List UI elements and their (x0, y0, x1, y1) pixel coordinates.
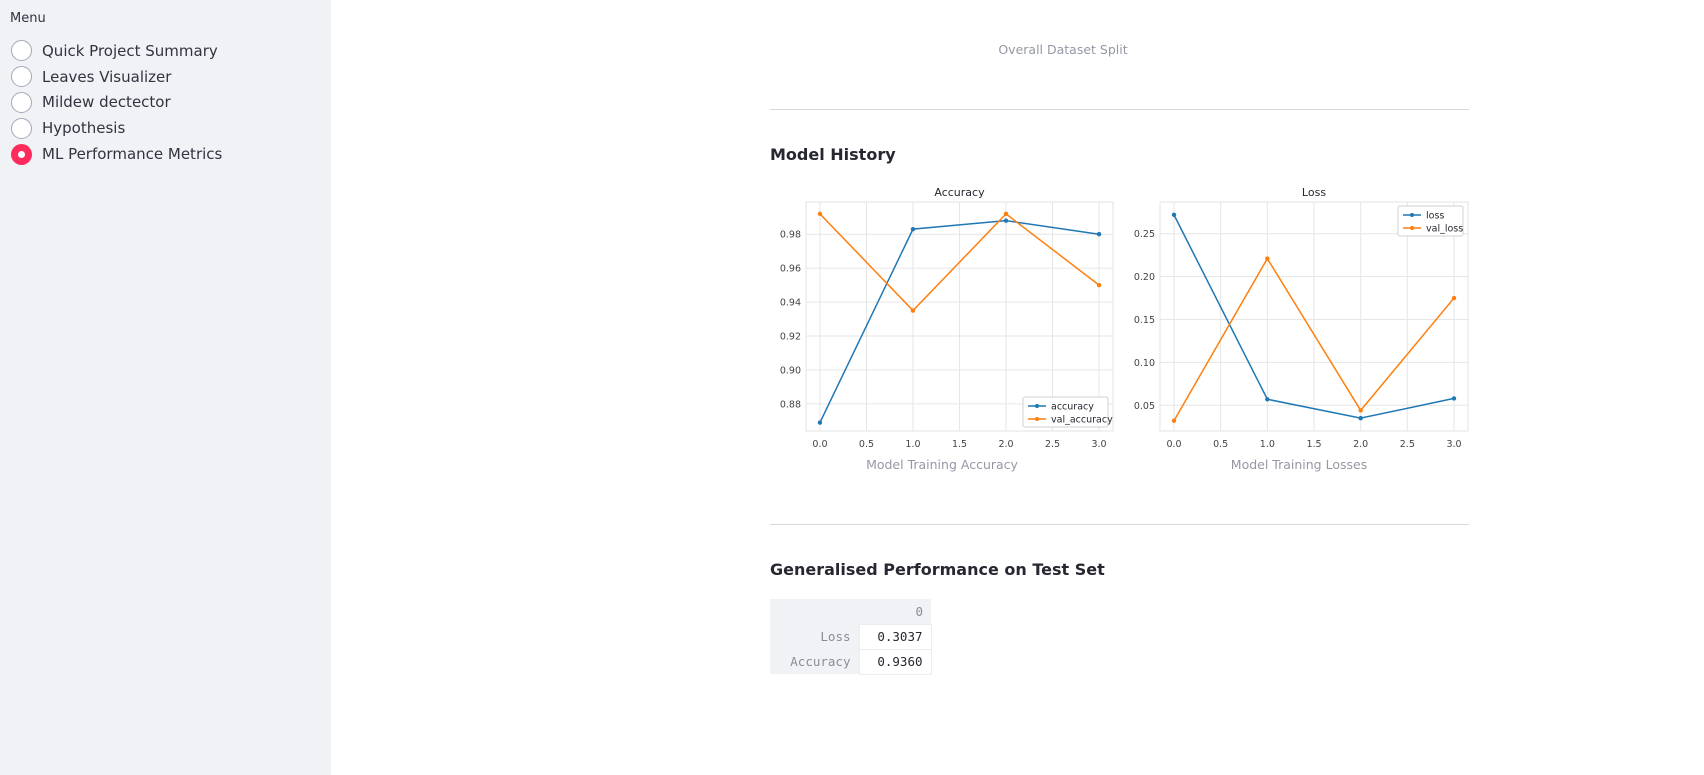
x-tick-label: 0.5 (859, 439, 874, 450)
loss-chart-caption: Model Training Losses (1230, 457, 1368, 472)
radio-button-selected[interactable] (11, 143, 32, 165)
y-tick-label: 0.10 (1134, 358, 1155, 369)
menu-item-hypothesis[interactable]: Hypothesis (11, 115, 222, 141)
x-tick-label: 3.0 (1446, 439, 1461, 450)
cell-value: 0.9360 (858, 648, 932, 675)
test-metrics-table: 0 Loss 0.3037 Accuracy 0.9360 (770, 599, 932, 675)
x-tick-label: 2.0 (998, 439, 1013, 450)
data-point-val_accuracy (1003, 211, 1009, 217)
table-header-row: 0 (770, 599, 931, 624)
x-tick-label: 2.5 (1045, 439, 1060, 450)
x-tick-label: 1.5 (1306, 439, 1321, 450)
menu-item-label: Leaves Visualizer (42, 67, 172, 86)
sidebar: Menu Quick Project Summary Leaves Visual… (0, 0, 331, 775)
y-tick-label: 0.15 (1134, 315, 1155, 326)
model-history-heading: Model History (770, 145, 896, 164)
x-tick-label: 1.0 (905, 439, 920, 450)
data-point-accuracy (910, 226, 916, 232)
legend-label: accuracy (1051, 402, 1094, 413)
cell-value: 0.3037 (858, 623, 932, 650)
data-point-val_accuracy (910, 308, 916, 313)
x-tick-label: 1.0 (1260, 439, 1275, 450)
data-point-loss (1451, 396, 1457, 401)
data-point-accuracy (1096, 232, 1102, 237)
legend-label: val_loss (1426, 224, 1463, 235)
chart-title: Accuracy (934, 186, 985, 199)
menu-item-ml-performance-metrics[interactable]: ML Performance Metrics (11, 141, 222, 167)
y-tick-label: 0.94 (780, 298, 801, 309)
x-tick-label: 3.0 (1091, 439, 1106, 450)
data-point-val_loss (1451, 295, 1457, 301)
menu-item-quick-project-summary[interactable]: Quick Project Summary (11, 38, 222, 64)
data-point-val_accuracy (1096, 282, 1102, 288)
legend-label: loss (1426, 211, 1444, 222)
menu-item-label: ML Performance Metrics (42, 145, 223, 164)
data-point-val_loss (1171, 418, 1177, 423)
menu-radio-group: Quick Project Summary Leaves Visualizer … (11, 38, 222, 167)
legend-marker-val_accuracy (1035, 417, 1039, 421)
data-point-loss (1171, 212, 1177, 218)
legend-marker-accuracy (1035, 404, 1039, 408)
divider (770, 109, 1469, 110)
menu-label: Menu (10, 11, 46, 26)
x-tick-label: 2.5 (1400, 439, 1415, 450)
legend-marker-val_loss (1410, 226, 1414, 230)
row-label: Loss (770, 624, 859, 649)
radio-button[interactable] (11, 117, 32, 139)
data-point-loss (1358, 415, 1363, 421)
row-label: Accuracy (770, 649, 859, 674)
y-tick-label: 0.96 (780, 264, 801, 275)
radio-button[interactable] (11, 40, 32, 62)
divider (770, 524, 1469, 525)
table-row: Accuracy 0.9360 (770, 648, 932, 675)
x-tick-label: 2.0 (1353, 439, 1368, 450)
accuracy-chart: Accuracy 0.0 0.5 1.0 1.5 2.0 2.5 3.0 0.88 0.90 0.9… (780, 186, 1114, 450)
menu-item-label: Hypothesis (42, 119, 126, 138)
table-row: Loss 0.3037 (770, 623, 932, 650)
data-point-loss (1265, 397, 1270, 402)
y-tick-label: 0.88 (780, 399, 801, 410)
radio-button[interactable] (11, 66, 32, 88)
data-point-val_accuracy (817, 211, 823, 217)
data-point-accuracy (1003, 218, 1009, 223)
menu-item-label: Quick Project Summary (42, 41, 218, 60)
data-point-val_loss (1265, 256, 1270, 261)
x-tick-label: 1.5 (952, 439, 967, 450)
data-point-accuracy (817, 420, 823, 425)
x-tick-label: 0.5 (1213, 439, 1228, 450)
y-tick-label: 0.20 (1134, 272, 1155, 283)
accuracy-chart-caption: Model Training Accuracy (866, 457, 1018, 472)
menu-item-leaves-visualizer[interactable]: Leaves Visualizer (11, 64, 222, 90)
y-tick-label: 0.92 (780, 332, 801, 343)
loss-chart: Loss 0.0 0.5 1.0 1.5 2.0 2.5 3.0 0.05 0.10 0.15 0.2… (1134, 186, 1469, 450)
dataset-split-caption: Overall Dataset Split (998, 42, 1128, 57)
y-tick-label: 0.05 (1134, 401, 1155, 412)
column-header: 0 (859, 599, 931, 624)
generalised-performance-heading: Generalised Performance on Test Set (770, 560, 1105, 579)
y-tick-label: 0.98 (780, 230, 801, 241)
radio-button[interactable] (11, 91, 32, 113)
y-tick-label: 0.90 (780, 365, 801, 376)
y-tick-label: 0.25 (1134, 229, 1155, 240)
x-tick-label: 0.0 (812, 439, 827, 450)
menu-item-label: Mildew dectector (42, 93, 171, 112)
legend-label: val_accuracy (1051, 415, 1113, 426)
legend-marker-loss (1410, 213, 1414, 217)
x-tick-label: 0.0 (1166, 439, 1181, 450)
menu-item-mildew-detector[interactable]: Mildew dectector (11, 90, 222, 116)
data-point-val_loss (1358, 408, 1363, 413)
chart-title: Loss (1302, 186, 1326, 199)
